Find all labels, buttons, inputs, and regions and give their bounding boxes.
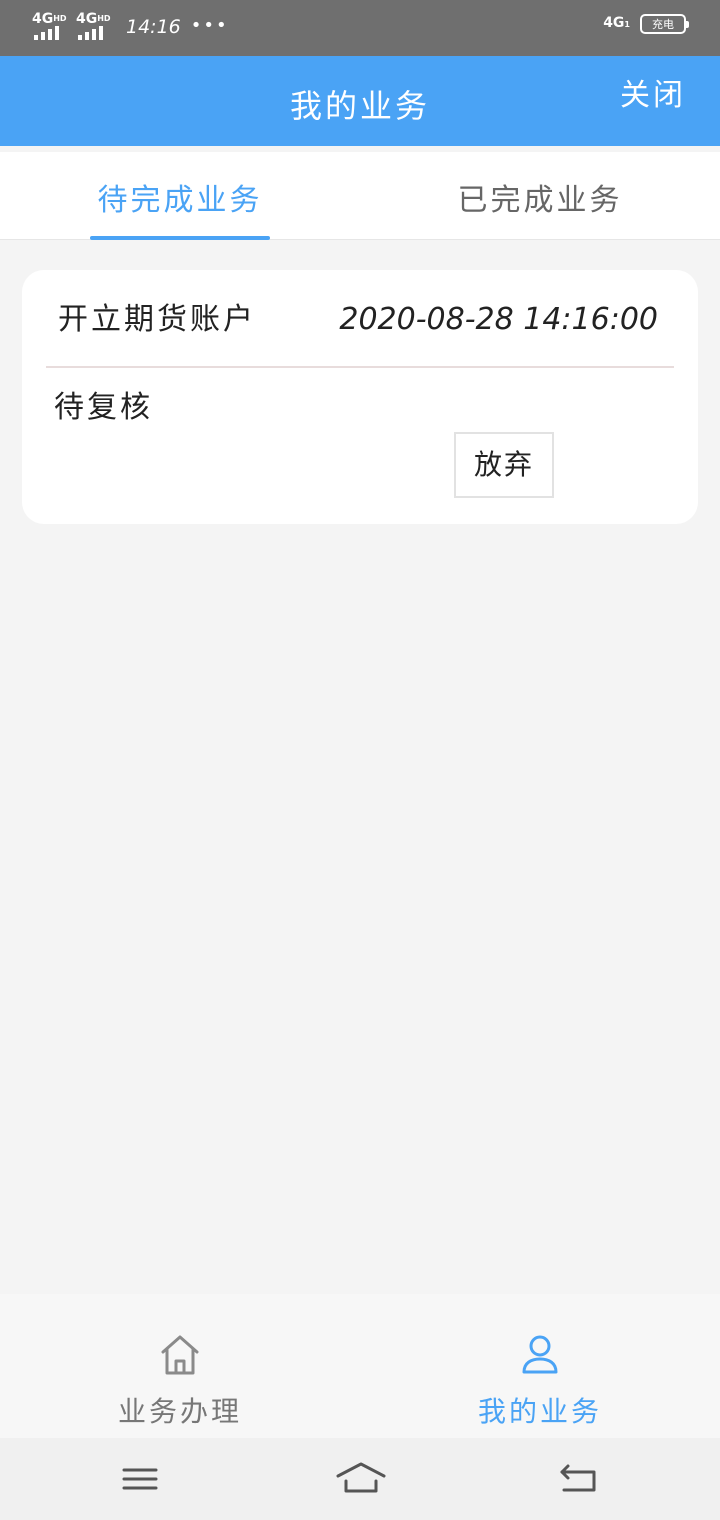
signal-icon: 4GHD (32, 12, 67, 40)
bottom-tab-my-business[interactable]: 我的业务 (360, 1294, 720, 1438)
close-button[interactable]: 关闭 (620, 76, 686, 116)
back-icon[interactable] (554, 1458, 604, 1500)
abandon-button[interactable]: 放弃 (454, 432, 554, 498)
header-bar: 我的业务 关闭 (0, 56, 720, 146)
active-tab-indicator (90, 236, 270, 240)
network-icon: 4G1 (603, 15, 630, 31)
home-icon (161, 1335, 199, 1375)
bottom-tab-business[interactable]: 业务办理 (0, 1294, 360, 1438)
card-divider (46, 366, 674, 368)
status-left: 4GHD 4GHD 14:16 ••• (32, 12, 229, 42)
bottom-tab-label: 业务办理 (117, 1395, 242, 1428)
system-nav-bar (0, 1438, 720, 1520)
more-notifications-icon: ••• (190, 15, 229, 36)
task-time: 2020-08-28 14:16:00 (339, 302, 658, 337)
task-name: 开立期货账户 (58, 302, 256, 337)
home-icon[interactable] (335, 1458, 387, 1500)
bottom-nav: 业务办理 我的业务 (0, 1294, 720, 1438)
tab-pending[interactable]: 待完成业务 (0, 152, 360, 240)
menu-icon[interactable] (115, 1458, 165, 1500)
signal-icon: 4GHD (76, 12, 111, 40)
page-title: 我的业务 (289, 87, 430, 125)
status-bar: 4GHD 4GHD 14:16 ••• 4G1 充电 (0, 0, 720, 56)
task-card[interactable]: 开立期货账户 2020-08-28 14:16:00 待复核 放弃 (22, 270, 698, 524)
task-status: 待复核 (54, 390, 153, 425)
bottom-tab-label: 我的业务 (477, 1395, 602, 1428)
status-time: 14:16 (126, 16, 181, 38)
user-icon (522, 1335, 558, 1374)
task-tabs: 待完成业务 已完成业务 (0, 152, 720, 240)
status-right: 4G1 充电 (603, 14, 689, 34)
battery-icon: 充电 (640, 14, 689, 34)
tab-completed[interactable]: 已完成业务 (360, 152, 720, 240)
